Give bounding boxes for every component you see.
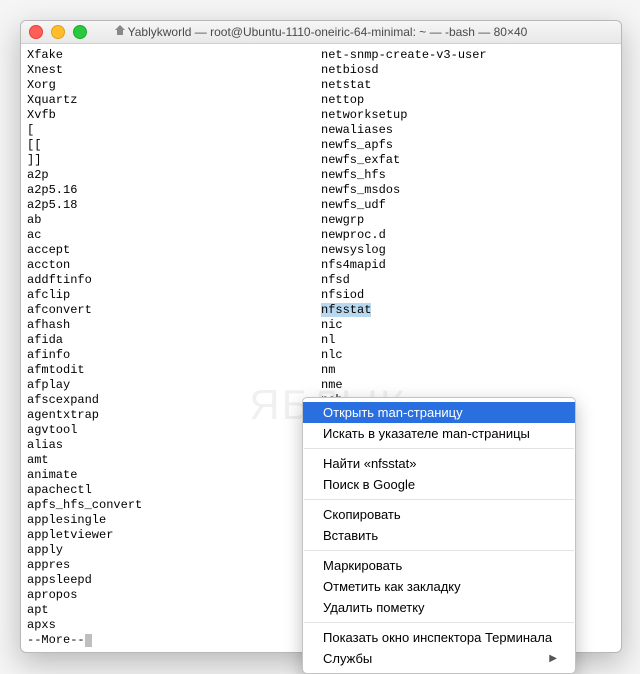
menu-remove-mark[interactable]: Удалить пометку: [303, 597, 575, 618]
maximize-button[interactable]: [73, 25, 87, 39]
command-list-col1: Xfake Xnest Xorg Xquartz Xvfb [ [[ ]] a2…: [27, 48, 321, 648]
menu-google-search[interactable]: Поиск в Google: [303, 474, 575, 495]
menu-find-selection[interactable]: Найти «nfsstat»: [303, 453, 575, 474]
submenu-arrow-icon: ▶: [549, 650, 557, 667]
menu-copy[interactable]: Скопировать: [303, 504, 575, 525]
menu-search-man-index[interactable]: Искать в указателе man-страницы: [303, 423, 575, 444]
window-title: Yablykworld — root@Ubuntu-1110-oneiric-6…: [21, 25, 621, 39]
titlebar[interactable]: Yablykworld — root@Ubuntu-1110-oneiric-6…: [21, 21, 621, 44]
menu-services[interactable]: Службы ▶: [303, 648, 575, 669]
menu-mark[interactable]: Маркировать: [303, 555, 575, 576]
menu-bookmark[interactable]: Отметить как закладку: [303, 576, 575, 597]
context-menu: Открыть man-страницу Искать в указателе …: [302, 397, 576, 674]
minimize-button[interactable]: [51, 25, 65, 39]
menu-open-man-page[interactable]: Открыть man-страницу: [303, 402, 575, 423]
close-button[interactable]: [29, 25, 43, 39]
menu-show-inspector[interactable]: Показать окно инспектора Терминала: [303, 627, 575, 648]
home-icon: [115, 26, 125, 35]
selected-text[interactable]: nfsstat: [321, 303, 371, 317]
cursor: [85, 634, 92, 647]
menu-paste[interactable]: Вставить: [303, 525, 575, 546]
